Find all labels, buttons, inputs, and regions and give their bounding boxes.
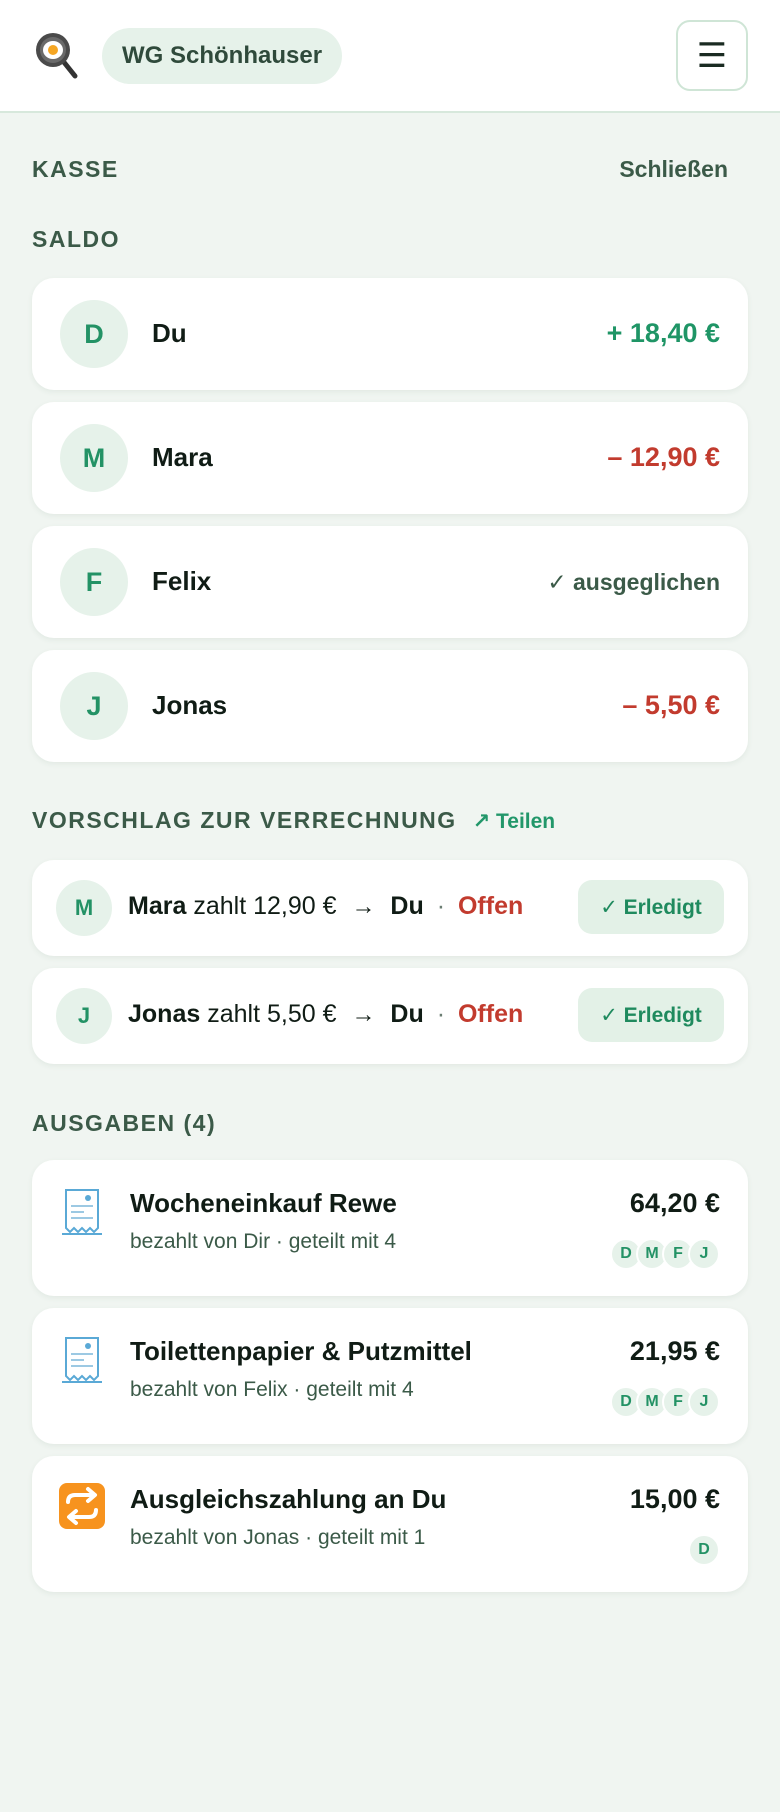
mark-done-button[interactable]: ✓ Erledigt <box>578 988 724 1042</box>
settlement-heading-text: VORSCHLAG ZUR VERRECHNUNG <box>32 807 457 833</box>
settlement-heading: VORSCHLAG ZUR VERRECHNUNG ↗ Teilen <box>32 807 555 834</box>
payee-name: Du <box>390 892 424 920</box>
expense-row[interactable]: Wocheneinkauf Rewe bezahlt von Dir · get… <box>32 1160 748 1296</box>
mark-done-button[interactable]: ✓ Erledigt <box>578 880 724 934</box>
menu-button[interactable]: ☰ <box>676 20 748 91</box>
payer-name: Mara <box>128 892 187 920</box>
settlement-amount: 5,50 € <box>266 1000 337 1028</box>
member-name: Du <box>152 318 187 348</box>
participant-chips: J F M D <box>610 1386 720 1418</box>
hamburger-menu-icon: ☰ <box>696 36 728 75</box>
share-button[interactable]: ↗ Teilen <box>473 810 556 833</box>
settlement-text: Jonas zahlt 5,50 € → Du · Offen <box>128 1000 523 1029</box>
expense-amount: 64,20 € <box>629 1188 720 1218</box>
arrow-right-icon: → <box>351 893 376 920</box>
verb: zahlt <box>193 892 247 920</box>
top-bar: WG Schönhauser ☰ <box>0 0 780 113</box>
expense-subtitle: bezahlt von Felix · geteilt mit 4 <box>130 1378 414 1401</box>
arrow-right-icon: → <box>351 1001 376 1028</box>
expense-row[interactable]: Ausgleichszahlung an Du bezahlt von Jona… <box>32 1456 748 1592</box>
avatar: J <box>60 672 128 740</box>
group-selector[interactable]: WG Schönhauser <box>102 28 343 84</box>
participant-chips: D <box>688 1534 720 1566</box>
expense-title: Toilettenpapier & Putzmittel <box>130 1336 472 1366</box>
settlement-text: Mara zahlt 12,90 € → Du · Offen <box>128 892 523 921</box>
repeat-arrows-icon <box>59 1483 105 1529</box>
avatar: F <box>60 548 128 616</box>
avatar: J <box>56 988 112 1044</box>
status-badge: Offen <box>457 892 524 920</box>
kasse-heading: KASSE <box>32 156 119 182</box>
expense-subtitle: bezahlt von Dir · geteilt mit 4 <box>130 1230 397 1253</box>
avatar: M <box>56 880 112 936</box>
balance-row-mara: M Mara – 12,90 € <box>32 402 748 514</box>
status-badge: Offen <box>457 1000 524 1028</box>
participant-chip: J <box>688 1238 720 1270</box>
expense-title: Wocheneinkauf Rewe <box>130 1188 397 1218</box>
avatar: M <box>60 424 128 492</box>
member-name: Mara <box>152 442 213 472</box>
saldo-heading: SALDO <box>32 226 120 252</box>
receipt-icon <box>62 1337 102 1383</box>
expense-amount: 15,00 € <box>629 1484 720 1514</box>
expense-subtitle: bezahlt von Jonas · geteilt mit 1 <box>130 1526 426 1549</box>
separator: · <box>436 1000 446 1028</box>
balance-amount: + 18,40 € <box>606 318 720 348</box>
avatar: D <box>60 300 128 368</box>
verb: zahlt <box>207 1000 261 1028</box>
member-name: Jonas <box>152 690 228 720</box>
close-button[interactable]: Schließen <box>619 156 728 183</box>
separator: · <box>436 892 446 920</box>
settlement-row-jonas: J Jonas zahlt 5,50 € → Du · Offen ✓ Erle… <box>32 968 748 1064</box>
participant-chip: J <box>688 1386 720 1418</box>
expenses-heading: AUSGABEN (4) <box>32 1110 217 1136</box>
frying-pan-egg-icon[interactable] <box>34 31 78 79</box>
balance-row-felix: F Felix ✓ ausgeglichen <box>32 526 748 638</box>
balance-status: ✓ ausgeglichen <box>547 569 720 595</box>
balance-amount: – 12,90 € <box>607 442 720 472</box>
payee-name: Du <box>390 1000 424 1028</box>
balance-row-jonas: J Jonas – 5,50 € <box>32 650 748 762</box>
expense-row[interactable]: Toilettenpapier & Putzmittel bezahlt von… <box>32 1308 748 1444</box>
member-name: Felix <box>152 566 212 596</box>
participant-chip: D <box>688 1534 720 1566</box>
payer-name: Jonas <box>128 1000 201 1028</box>
receipt-icon <box>62 1189 102 1235</box>
balance-amount: – 5,50 € <box>622 690 720 720</box>
settlement-row-mara: M Mara zahlt 12,90 € → Du · Offen ✓ Erle… <box>32 860 748 956</box>
expense-title: Ausgleichszahlung an Du <box>130 1484 447 1514</box>
expense-amount: 21,95 € <box>629 1336 720 1366</box>
group-name: WG Schönhauser <box>122 42 323 69</box>
participant-chips: J F M D <box>610 1238 720 1270</box>
settlement-amount: 12,90 € <box>253 892 337 920</box>
balance-row-du: D Du + 18,40 € <box>32 278 748 390</box>
